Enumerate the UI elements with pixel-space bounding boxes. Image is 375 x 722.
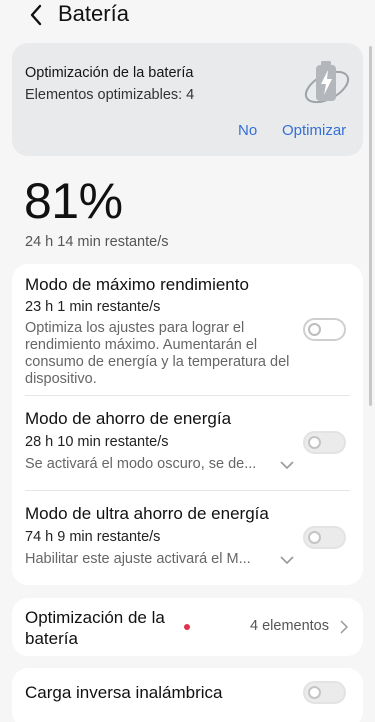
battery-remaining: 24 h 14 min restante/s xyxy=(25,234,169,250)
optimization-card-subtitle: Elementos optimizables: 4 xyxy=(25,87,195,103)
toggle-knob xyxy=(308,323,321,336)
mode-description: Optimiza los ajustes para lograr el rend… xyxy=(25,320,290,387)
battery-percent: 81% xyxy=(24,173,123,229)
chevron-down-icon[interactable] xyxy=(280,460,294,470)
mode-description: Se activará el modo oscuro, se de... xyxy=(25,456,257,472)
reverse-wireless-charging-row[interactable]: Carga inversa inalámbrica xyxy=(12,668,363,722)
chevron-right-icon xyxy=(340,620,348,634)
battery-optimization-row[interactable]: Optimización de la batería 4 elementos xyxy=(12,598,363,656)
top-bar: Batería xyxy=(0,0,375,30)
mode-time: 28 h 10 min restante/s xyxy=(25,434,169,450)
back-button[interactable] xyxy=(26,3,46,27)
ultra-power-saving-toggle[interactable] xyxy=(303,526,346,549)
page-title: Batería xyxy=(58,1,129,26)
scrollbar[interactable] xyxy=(369,46,372,406)
mode-ultra-power-saving[interactable]: Modo de ultra ahorro de energía 74 h 9 m… xyxy=(12,490,363,585)
mode-power-saving[interactable]: Modo de ahorro de energía 28 h 10 min re… xyxy=(12,395,363,490)
battery-optimization-title: Optimización de la batería xyxy=(25,608,165,648)
toggle-knob xyxy=(308,686,321,699)
mode-title: Modo de máximo rendimiento xyxy=(25,275,249,294)
battery-optimization-count: 4 elementos xyxy=(250,618,329,634)
optimization-card: Optimización de la batería Elementos opt… xyxy=(12,43,363,156)
reverse-charging-toggle[interactable] xyxy=(303,681,346,704)
mode-max-performance[interactable]: Modo de máximo rendimiento 23 h 1 min re… xyxy=(12,264,363,395)
max-performance-toggle[interactable] xyxy=(303,318,346,341)
chevron-down-icon[interactable] xyxy=(280,555,294,565)
no-button[interactable]: No xyxy=(238,122,257,139)
optimize-button[interactable]: Optimizar xyxy=(282,122,346,139)
battery-charging-icon xyxy=(304,61,350,104)
mode-time: 74 h 9 min restante/s xyxy=(25,529,161,545)
power-saving-toggle[interactable] xyxy=(303,431,346,454)
notification-dot xyxy=(184,624,190,630)
chevron-left-icon xyxy=(30,4,42,26)
toggle-knob xyxy=(308,531,321,544)
power-modes-card: Modo de máximo rendimiento 23 h 1 min re… xyxy=(12,264,363,585)
mode-description: Habilitar este ajuste activará el M... xyxy=(25,551,251,567)
mode-title: Modo de ahorro de energía xyxy=(25,409,232,428)
toggle-knob xyxy=(308,436,321,449)
mode-title: Modo de ultra ahorro de energía xyxy=(25,504,269,523)
reverse-charging-title: Carga inversa inalámbrica xyxy=(25,683,223,702)
optimization-card-title: Optimización de la batería xyxy=(25,65,194,81)
mode-time: 23 h 1 min restante/s xyxy=(25,299,161,315)
